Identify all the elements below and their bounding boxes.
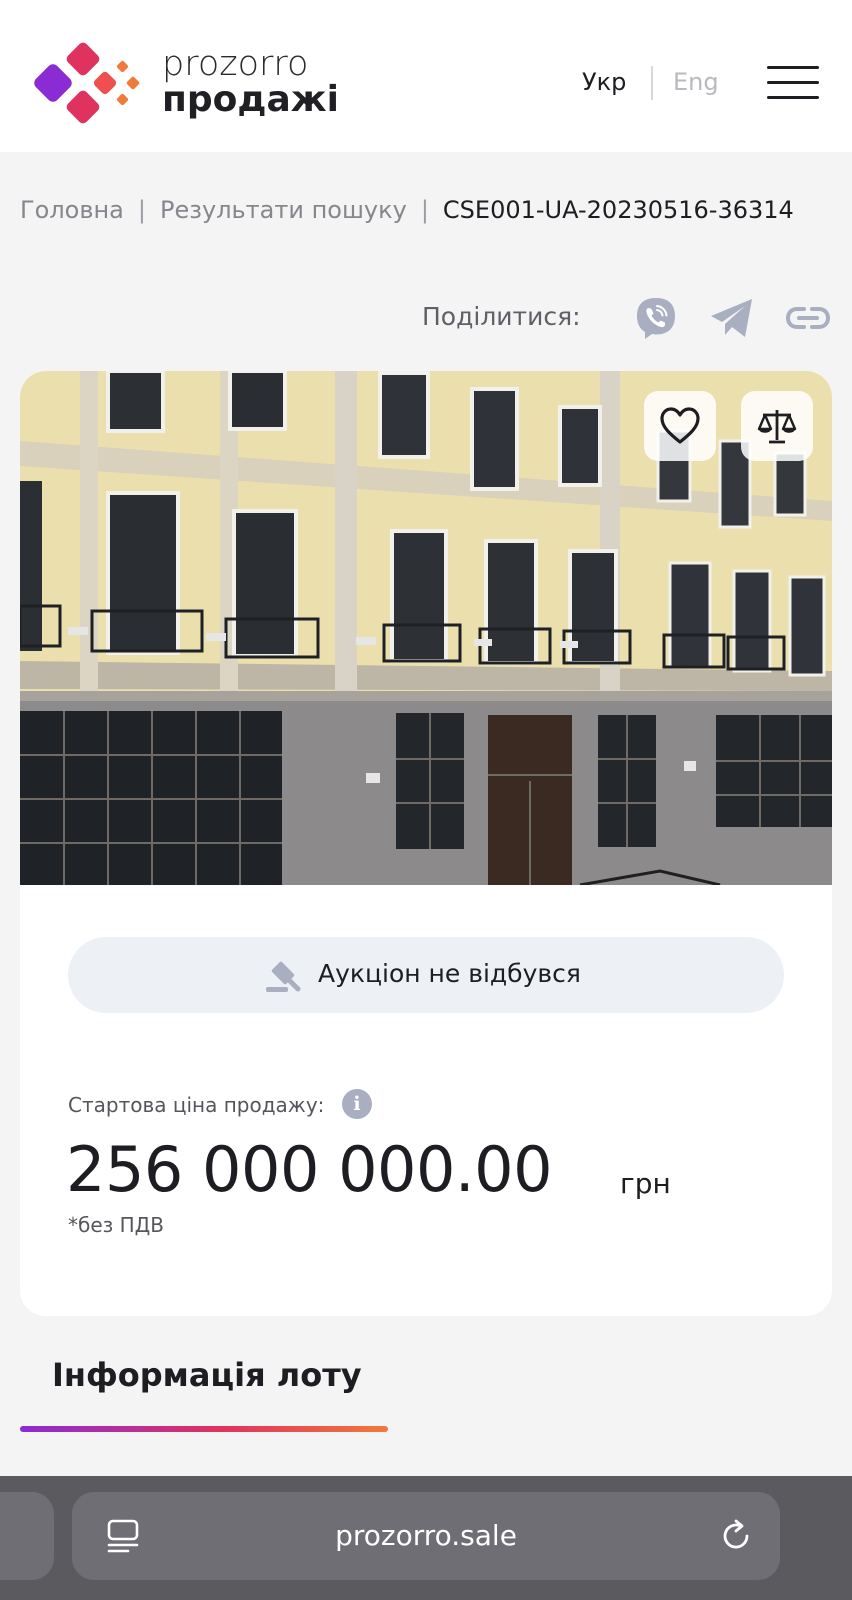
menu-bar-icon: [767, 66, 819, 69]
tab-active-indicator: [20, 1426, 388, 1432]
tab-lot-info[interactable]: Інформація лоту: [52, 1356, 362, 1394]
viber-icon[interactable]: [632, 294, 680, 342]
link-icon[interactable]: [784, 294, 832, 342]
vat-note: *без ПДВ: [68, 1213, 165, 1237]
menu-bar-icon: [767, 81, 819, 84]
favorite-button[interactable]: [644, 391, 716, 461]
start-price-label: Стартова ціна продажу:: [68, 1093, 325, 1117]
breadcrumb: Головна | Результати пошуку | CSE001-UA-2023…: [20, 196, 794, 224]
address-bar[interactable]: prozorro.sale: [72, 1492, 780, 1580]
breadcrumb-separator: |: [420, 196, 429, 224]
breadcrumb-search-link[interactable]: Результати пошуку: [160, 196, 407, 224]
prozorro-logo[interactable]: prozorro продажі: [30, 40, 339, 130]
breadcrumb-separator: |: [137, 196, 146, 224]
lang-eng-link[interactable]: Eng: [673, 68, 719, 96]
scales-icon: [757, 410, 797, 444]
browser-bottom-bar: prozorro.sale: [0, 1476, 852, 1600]
share-label: Поділитися:: [422, 302, 581, 331]
lot-photo[interactable]: [20, 371, 832, 885]
start-price-value: 256 000 000.00: [66, 1133, 553, 1206]
auction-status-badge: Аукціон не відбувся: [68, 937, 784, 1013]
lang-ukr-link[interactable]: Укр: [582, 68, 626, 96]
logo-text-prozorro: prozorro: [162, 44, 309, 84]
reload-icon[interactable]: [718, 1518, 754, 1554]
site-header: prozorro продажі Укр Eng: [0, 0, 852, 152]
lot-card: Аукціон не відбувся Стартова ціна продаж…: [20, 371, 832, 1316]
gavel-icon: [266, 961, 301, 992]
telegram-icon[interactable]: [708, 294, 756, 342]
lang-divider: [651, 66, 653, 100]
url-text: prozorro.sale: [335, 1519, 517, 1552]
hamburger-menu-button[interactable]: [764, 64, 820, 102]
breadcrumb-current: CSE001-UA-20230516-36314: [442, 196, 794, 224]
breadcrumb-home-link[interactable]: Головна: [20, 196, 124, 224]
menu-bar-icon: [767, 96, 819, 99]
compare-button[interactable]: [741, 391, 813, 461]
heart-icon: [660, 407, 700, 444]
previous-tab[interactable]: [0, 1492, 54, 1580]
logo-text-prodazhi: продажі: [162, 79, 339, 120]
price-currency: грн: [620, 1167, 671, 1200]
logo-mark-icon: [34, 42, 140, 124]
auction-status-text: Аукціон не відбувся: [318, 959, 581, 988]
info-icon[interactable]: i: [342, 1089, 372, 1119]
